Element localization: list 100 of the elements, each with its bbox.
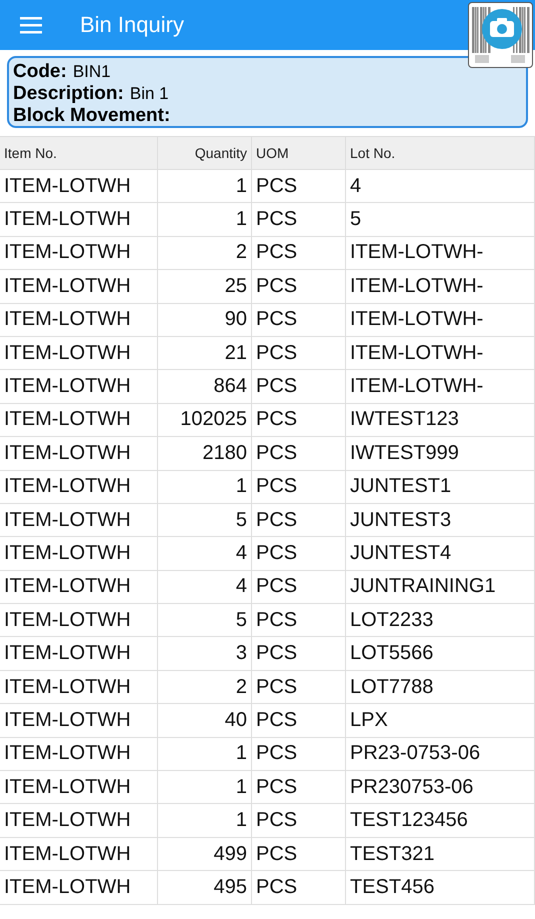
table-cell: ITEM-LOTWH-: [346, 270, 535, 304]
table-cell: PCS: [252, 637, 346, 671]
table-cell: ITEM-LOTWH-: [346, 370, 535, 404]
table-cell: 495: [158, 871, 252, 905]
table-cell: ITEM-LOTWH: [0, 604, 158, 638]
table-cell: 5: [346, 203, 535, 237]
table-cell: TEST456: [346, 871, 535, 905]
table-cell: 1: [158, 771, 252, 804]
column-header[interactable]: Item No.: [0, 136, 158, 170]
table-cell: PCS: [252, 670, 346, 704]
table-cell: PCS: [252, 404, 346, 438]
table-cell: JUNTRAINING1: [346, 570, 535, 604]
table-cell: PCS: [252, 336, 346, 370]
table-cell: ITEM-LOTWH: [0, 738, 158, 772]
table-cell: ITEM-LOTWH: [0, 203, 158, 237]
table-cell: PCS: [252, 804, 346, 838]
table-cell: 1: [158, 203, 252, 237]
table-cell: LOT7788: [346, 670, 535, 704]
table-cell: PCS: [252, 871, 346, 905]
table-cell: 1: [158, 804, 252, 838]
table-cell: ITEM-LOTWH: [0, 236, 158, 270]
field-value: Bin 1: [130, 84, 169, 104]
table-cell: PCS: [252, 470, 346, 504]
table-cell: 4: [158, 537, 252, 571]
table-cell: 1: [158, 738, 252, 772]
table-cell: PCS: [252, 704, 346, 738]
table-cell: 2: [158, 236, 252, 270]
table-cell: PCS: [252, 203, 346, 237]
table-cell: 5: [158, 504, 252, 538]
table-cell: TEST123456: [346, 804, 535, 838]
table-cell: ITEM-LOTWH: [0, 370, 158, 404]
table-cell: PR23-0753-06: [346, 738, 535, 772]
table-cell: ITEM-LOTWH-: [346, 336, 535, 370]
table-cell: ITEM-LOTWH: [0, 437, 158, 471]
table-cell: ITEM-LOTWH-: [346, 236, 535, 270]
table-cell: LOT5566: [346, 637, 535, 671]
table-cell: ITEM-LOTWH: [0, 670, 158, 704]
table-cell: ITEM-LOTWH: [0, 871, 158, 905]
table-cell: ITEM-LOTWH: [0, 804, 158, 838]
table-cell: 4: [346, 170, 535, 204]
table-cell: 5: [158, 604, 252, 638]
table-cell: ITEM-LOTWH: [0, 304, 158, 337]
table-cell: PCS: [252, 437, 346, 471]
table-cell: PCS: [252, 604, 346, 638]
column-header[interactable]: UOM: [252, 136, 346, 170]
table-cell: PCS: [252, 170, 346, 204]
app-title: Bin Inquiry: [80, 12, 184, 38]
table-cell: ITEM-LOTWH: [0, 570, 158, 604]
table-cell: 864: [158, 370, 252, 404]
table-cell: ITEM-LOTWH: [0, 404, 158, 438]
table-cell: ITEM-LOTWH: [0, 270, 158, 304]
table-cell: PCS: [252, 304, 346, 337]
table-cell: PCS: [252, 771, 346, 804]
table-cell: IWTEST123: [346, 404, 535, 438]
table-cell: JUNTEST1: [346, 470, 535, 504]
table-cell: 90: [158, 304, 252, 337]
field-label: Description:: [13, 83, 124, 105]
table-cell: PCS: [252, 370, 346, 404]
table-cell: ITEM-LOTWH: [0, 771, 158, 804]
barcode-scan-button[interactable]: [468, 2, 533, 68]
table-cell: ITEM-LOTWH: [0, 637, 158, 671]
table-cell: 2180: [158, 437, 252, 471]
table-cell: 4: [158, 570, 252, 604]
table-cell: LOT2233: [346, 604, 535, 638]
table-cell: JUNTEST3: [346, 504, 535, 538]
table-cell: ITEM-LOTWH-: [346, 304, 535, 337]
table-cell: 3: [158, 637, 252, 671]
table-cell: ITEM-LOTWH: [0, 336, 158, 370]
table-cell: PCS: [252, 236, 346, 270]
table-cell: 499: [158, 838, 252, 872]
field-value: BIN1: [72, 62, 111, 82]
table-cell: 21: [158, 336, 252, 370]
table-cell: ITEM-LOTWH: [0, 504, 158, 538]
table-cell: LPX: [346, 704, 535, 738]
table-cell: PCS: [252, 738, 346, 772]
table-cell: 102025: [158, 404, 252, 438]
column-header[interactable]: Lot No.: [346, 136, 535, 170]
table-cell: 1: [158, 170, 252, 204]
table-cell: PCS: [252, 537, 346, 571]
table-cell: ITEM-LOTWH: [0, 838, 158, 872]
table-cell: PCS: [252, 504, 346, 538]
table-cell: ITEM-LOTWH: [0, 170, 158, 204]
table-cell: PCS: [252, 838, 346, 872]
table-cell: PR230753-06: [346, 771, 535, 804]
table-cell: ITEM-LOTWH: [0, 537, 158, 571]
menu-icon: [20, 16, 42, 34]
table-cell: 40: [158, 704, 252, 738]
table-cell: PCS: [252, 570, 346, 604]
table-cell: 25: [158, 270, 252, 304]
table-cell: 2: [158, 670, 252, 704]
table-cell: PCS: [252, 270, 346, 304]
table-cell: TEST321: [346, 838, 535, 872]
field-label: Block Movement:: [13, 105, 170, 127]
table-cell: 1: [158, 470, 252, 504]
table-cell: ITEM-LOTWH: [0, 470, 158, 504]
column-header[interactable]: Quantity: [158, 136, 252, 170]
field-label: Code:: [13, 61, 67, 83]
table-cell: ITEM-LOTWH: [0, 704, 158, 738]
table-cell: IWTEST999: [346, 437, 535, 471]
table-cell: JUNTEST4: [346, 537, 535, 571]
